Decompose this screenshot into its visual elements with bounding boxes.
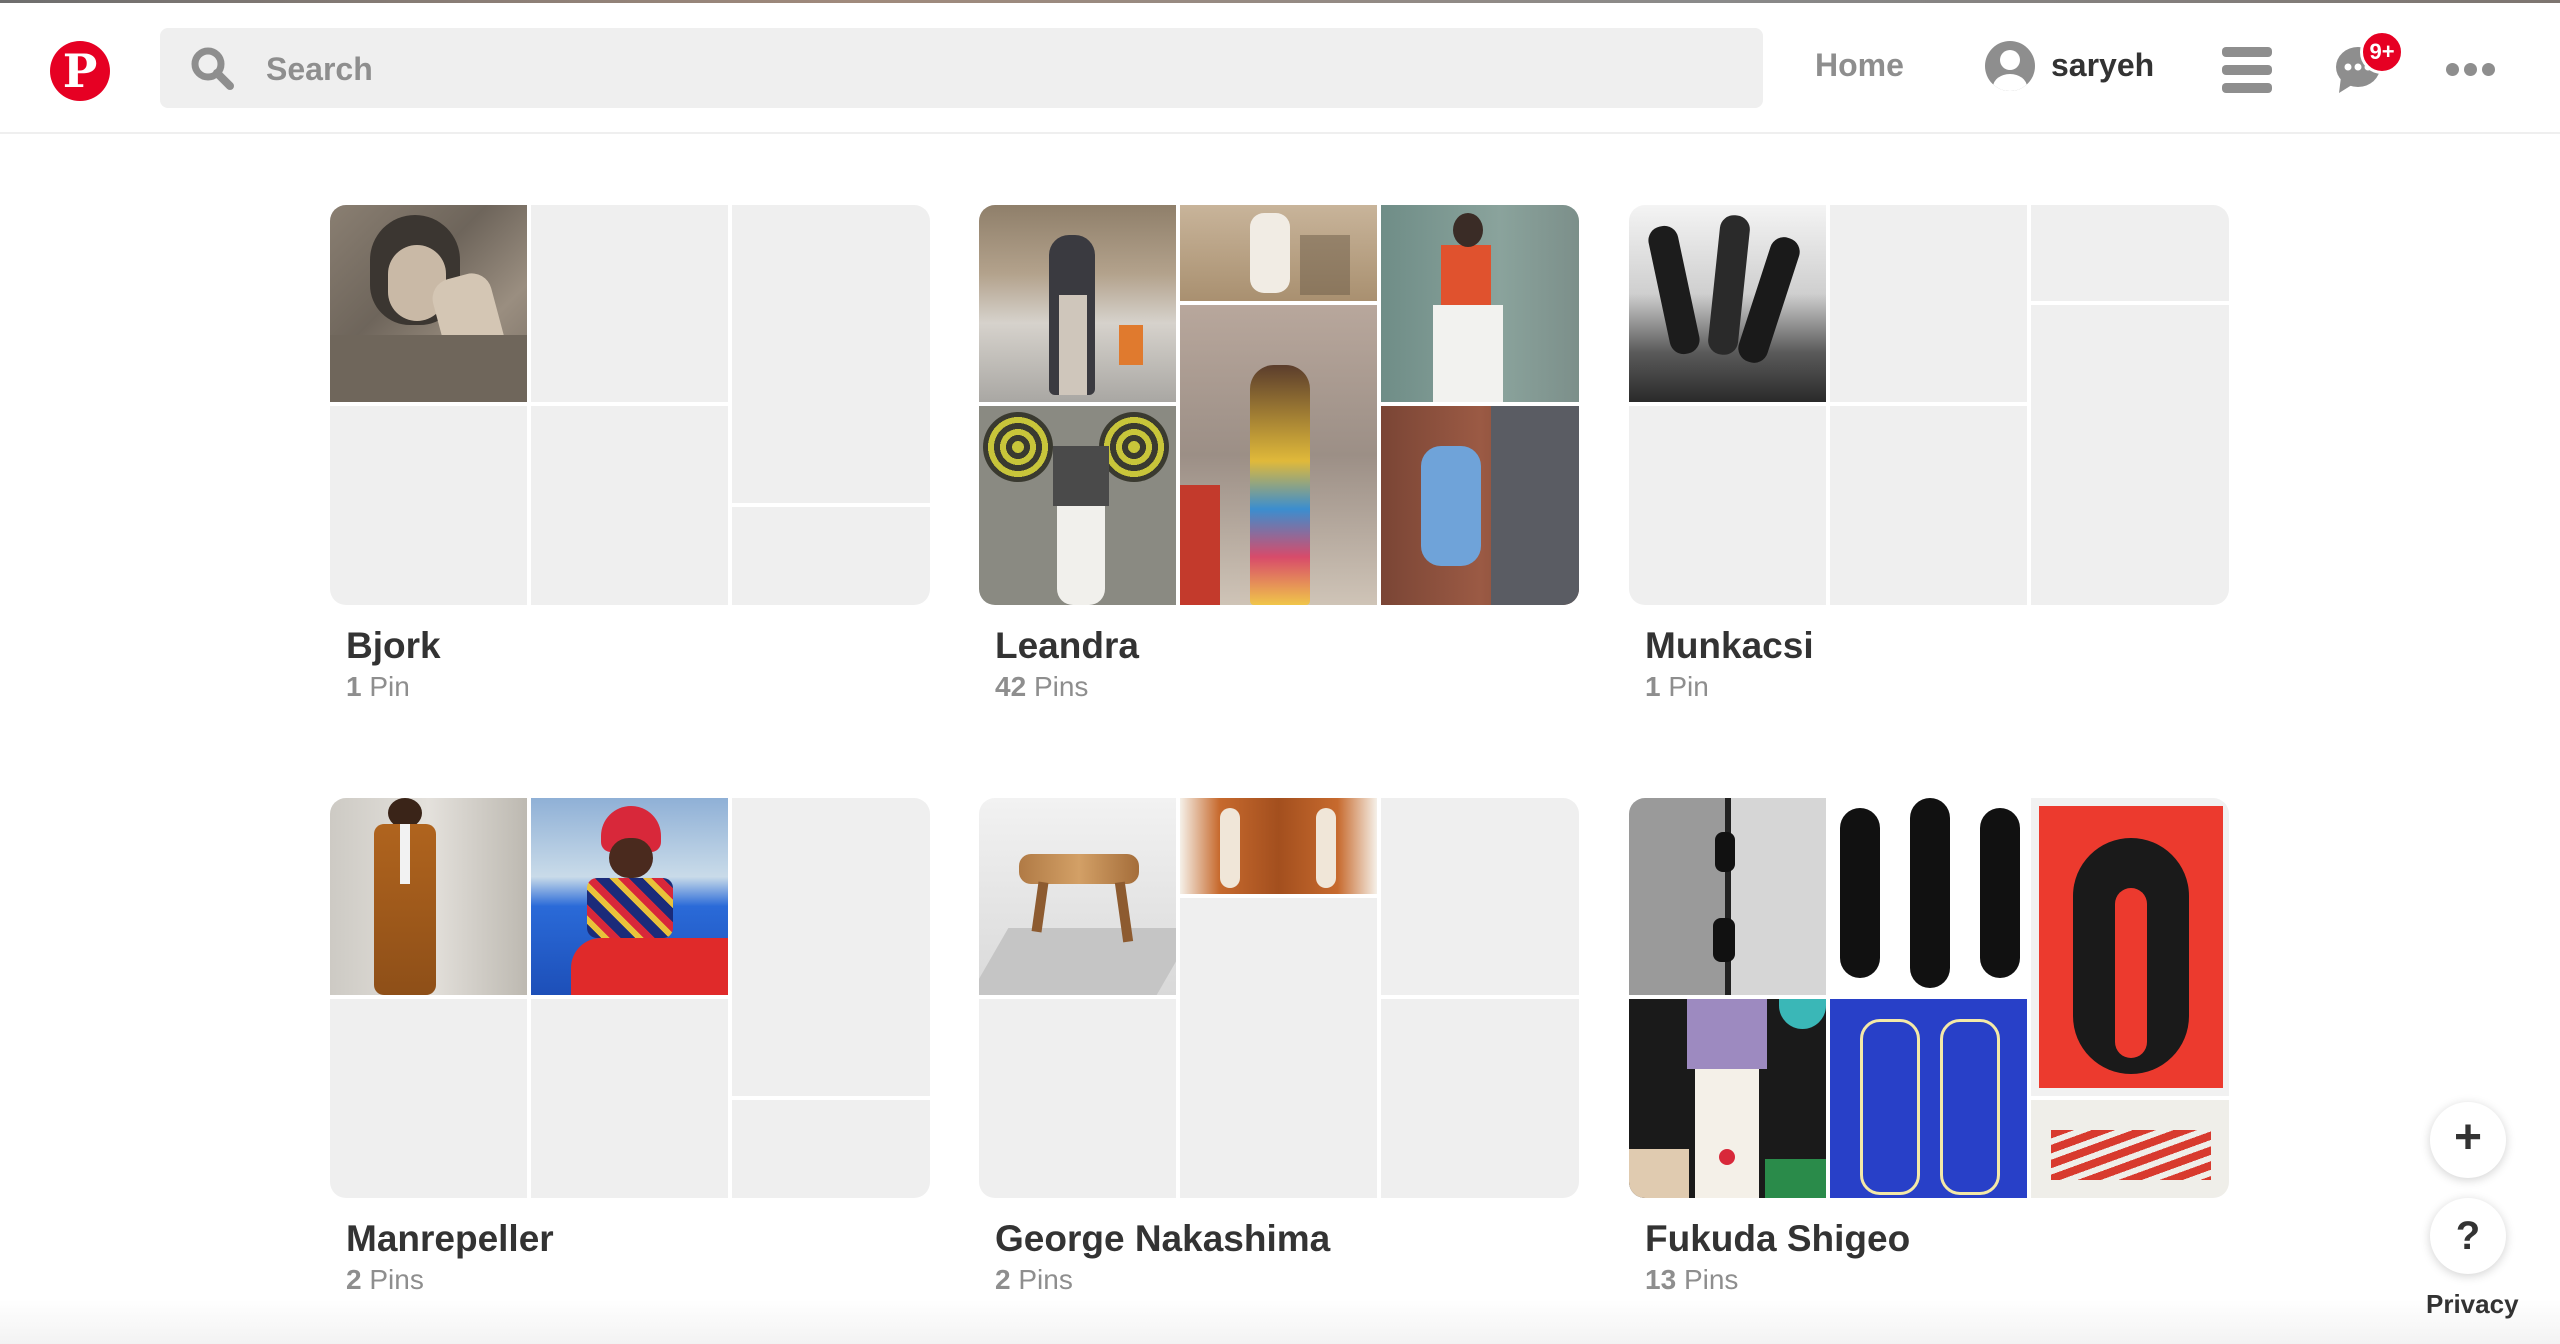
pin-thumbnail — [1830, 999, 2027, 1198]
question-icon: ? — [2455, 1214, 2481, 1258]
empty-tile — [330, 999, 527, 1198]
pin-thumbnail — [2031, 1100, 2229, 1198]
pin-thumbnail — [531, 798, 728, 995]
empty-tile — [531, 406, 728, 605]
pin-thumbnail — [2031, 798, 2229, 1096]
empty-tile — [732, 205, 930, 503]
empty-tile — [732, 1100, 930, 1198]
board-title: George Nakashima — [995, 1218, 1331, 1259]
board-cover[interactable] — [979, 205, 1579, 605]
pin-thumbnail — [1180, 798, 1377, 894]
privacy-link[interactable]: Privacy — [2426, 1289, 2519, 1320]
pin-thumbnail — [979, 798, 1176, 995]
menu-icon[interactable] — [2222, 47, 2272, 93]
username-label: saryeh — [2051, 47, 2155, 83]
bottom-shade — [0, 1300, 2560, 1344]
board-pin-count: 2 Pins — [995, 1264, 1073, 1295]
pin-thumbnail — [1629, 798, 1826, 995]
board-title: Manrepeller — [346, 1218, 554, 1259]
notification-badge: 9+ — [2360, 30, 2404, 74]
empty-tile — [732, 798, 930, 1096]
empty-tile — [1180, 898, 1377, 1198]
header-bar: P Home saryeh 9+ — [0, 3, 2560, 134]
board-cover[interactable] — [1629, 205, 2229, 605]
user-icon — [1993, 50, 2027, 91]
empty-tile — [1830, 205, 2027, 402]
pin-thumbnail — [1381, 406, 1579, 605]
nav-home-link[interactable]: Home — [1815, 47, 1904, 84]
board-title: Fukuda Shigeo — [1645, 1218, 1911, 1259]
pin-thumbnail — [330, 205, 527, 402]
avatar — [1985, 41, 2035, 91]
help-button[interactable]: ? — [2430, 1198, 2506, 1274]
pin-thumbnail — [1381, 205, 1579, 402]
empty-tile — [2031, 205, 2229, 301]
empty-tile — [531, 999, 728, 1198]
empty-tile — [2031, 305, 2229, 605]
search-bar[interactable] — [160, 28, 1763, 110]
board-pin-count: 1 Pin — [1645, 671, 1709, 702]
empty-tile — [732, 507, 930, 605]
pin-thumbnail — [1830, 798, 2027, 995]
empty-tile — [979, 999, 1176, 1198]
more-options-icon[interactable] — [2446, 63, 2496, 77]
pinterest-logo[interactable]: P — [50, 41, 110, 101]
empty-tile — [531, 205, 728, 402]
board-cover[interactable] — [330, 205, 930, 605]
board-pin-count: 1 Pin — [346, 671, 410, 702]
pin-thumbnail — [979, 205, 1176, 402]
board-cover[interactable] — [979, 798, 1579, 1198]
board-title: Munkacsi — [1645, 625, 1814, 666]
pin-thumbnail — [979, 406, 1176, 605]
empty-tile — [1381, 999, 1579, 1198]
empty-tile — [1381, 798, 1579, 995]
empty-tile — [330, 406, 527, 605]
logo-letter: P — [62, 44, 98, 98]
pin-thumbnail — [1180, 205, 1377, 301]
plus-icon: + — [2453, 1111, 2483, 1164]
pin-thumbnail — [330, 798, 527, 995]
create-button[interactable]: + — [2430, 1102, 2506, 1178]
board-pin-count: 13 Pins — [1645, 1264, 1739, 1295]
empty-tile — [1830, 406, 2027, 605]
board-cover[interactable] — [1629, 798, 2229, 1198]
pin-thumbnail — [1629, 205, 1826, 402]
board-cover[interactable] — [330, 798, 930, 1198]
board-pin-count: 2 Pins — [346, 1264, 424, 1295]
board-title: Bjork — [346, 625, 441, 666]
search-input[interactable] — [264, 28, 1728, 110]
board-pin-count: 42 Pins — [995, 671, 1089, 702]
pin-thumbnail — [1629, 999, 1826, 1198]
search-icon — [191, 47, 234, 90]
pin-thumbnail — [1180, 305, 1377, 605]
empty-tile — [1629, 406, 1826, 605]
board-title: Leandra — [995, 625, 1139, 666]
